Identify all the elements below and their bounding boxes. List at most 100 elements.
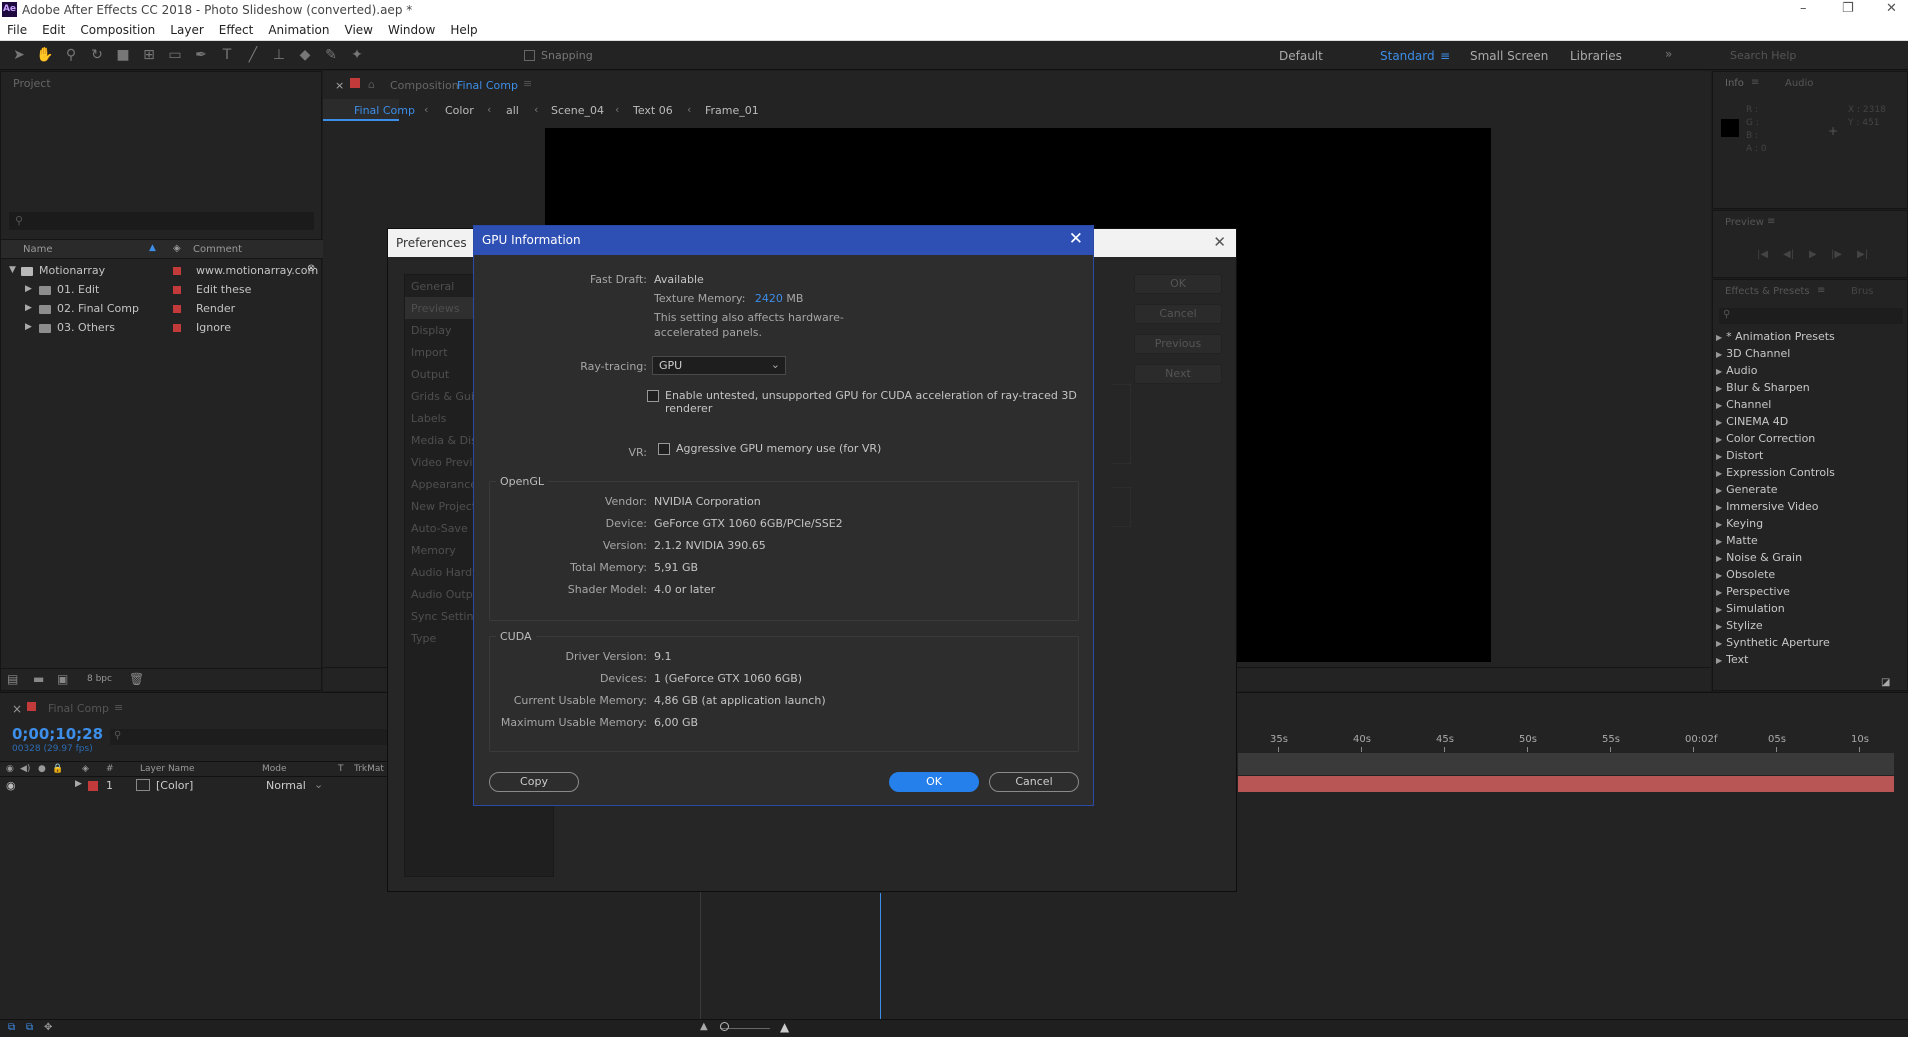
layer-switches-icon[interactable]: ⧉ bbox=[8, 1022, 15, 1033]
rectangle-tool-icon[interactable]: ▭ bbox=[165, 45, 185, 65]
brushes-tab[interactable]: Brus bbox=[1851, 286, 1874, 297]
chevron-down-icon[interactable]: ⌄ bbox=[314, 778, 323, 791]
effects-category-item[interactable]: ▶ Distort bbox=[1716, 449, 1763, 466]
video-toggle-icon[interactable]: ◉ bbox=[6, 764, 14, 774]
effects-category-item[interactable]: ▶ 3D Channel bbox=[1716, 347, 1790, 364]
effects-category-item[interactable]: ▶ Immersive Video bbox=[1716, 500, 1819, 517]
expand-arrow-icon[interactable]: ▶ bbox=[1716, 452, 1722, 461]
breadcrumb-item[interactable]: Text 06 bbox=[633, 104, 673, 117]
menu-file[interactable]: File bbox=[0, 20, 35, 37]
interpret-footage-icon[interactable]: ▤ bbox=[7, 672, 18, 686]
texture-memory-value[interactable]: 2420 bbox=[755, 292, 783, 305]
label-color-swatch[interactable] bbox=[173, 324, 181, 332]
lock-toggle-icon[interactable]: 🔒 bbox=[52, 764, 63, 774]
layer-row[interactable]: ◉ ▶ 1 [Color] Normal ⌄ bbox=[0, 777, 388, 795]
prev-frame-icon[interactable]: ◀| bbox=[1783, 249, 1794, 260]
expand-arrow-icon[interactable]: ▶ bbox=[25, 303, 32, 313]
more-workspaces-icon[interactable]: » bbox=[1665, 47, 1672, 61]
column-comment[interactable]: Comment bbox=[193, 244, 242, 255]
label-column-icon[interactable]: ◈ bbox=[173, 243, 181, 254]
zoom-out-icon[interactable]: ▲ bbox=[700, 1021, 708, 1032]
work-area-bar[interactable] bbox=[1238, 753, 1894, 775]
effects-category-item[interactable]: ▶ CINEMA 4D bbox=[1716, 415, 1788, 432]
prefs-next-button[interactable]: Next bbox=[1134, 364, 1222, 384]
in-out-icon[interactable]: ✥ bbox=[44, 1022, 52, 1033]
expand-arrow-icon[interactable]: ▶ bbox=[1716, 367, 1722, 376]
minimize-button[interactable]: – bbox=[1800, 1, 1807, 16]
expand-arrow-icon[interactable]: ▶ bbox=[1716, 622, 1722, 631]
workspace-standard[interactable]: Standard bbox=[1380, 49, 1435, 63]
effects-category-item[interactable]: ▶ Color Correction bbox=[1716, 432, 1815, 449]
solo-toggle-icon[interactable]: ● bbox=[38, 764, 46, 774]
bit-depth-button[interactable]: 8 bpc bbox=[87, 674, 112, 684]
prefs-ok-button[interactable]: OK bbox=[1134, 274, 1222, 294]
menu-layer[interactable]: Layer bbox=[163, 20, 211, 37]
snapping-checkbox[interactable] bbox=[524, 50, 535, 61]
effects-category-item[interactable]: ▶ * Animation Presets bbox=[1716, 330, 1835, 347]
effects-category-item[interactable]: ▶ Matte bbox=[1716, 534, 1758, 551]
ok-button[interactable]: OK bbox=[889, 772, 979, 792]
column-mode[interactable]: Mode bbox=[262, 764, 287, 774]
label-color-swatch[interactable] bbox=[173, 267, 181, 275]
selection-tool-icon[interactable]: ➤ bbox=[9, 45, 29, 65]
effects-category-item[interactable]: ▶ Text bbox=[1716, 653, 1748, 670]
expand-arrow-icon[interactable]: ▶ bbox=[1716, 418, 1722, 427]
expand-arrow-icon[interactable]: ▶ bbox=[75, 779, 82, 789]
brush-tool-icon[interactable]: ╱ bbox=[243, 45, 263, 65]
expand-arrow-icon[interactable]: ▶ bbox=[1716, 554, 1722, 563]
prefs-cancel-button[interactable]: Cancel bbox=[1134, 304, 1222, 324]
expand-arrow-icon[interactable]: ▶ bbox=[1716, 656, 1722, 665]
prefs-previous-button[interactable]: Previous bbox=[1134, 334, 1222, 354]
project-item[interactable]: ▼ Motionarray www.motionarray.com ⊗ bbox=[1, 262, 323, 281]
effects-category-item[interactable]: ▶ Blur & Sharpen bbox=[1716, 381, 1810, 398]
breadcrumb-item[interactable]: Final Comp bbox=[354, 104, 415, 117]
workspace-small-screen[interactable]: Small Screen bbox=[1470, 49, 1548, 63]
effects-category-item[interactable]: ▶ Channel bbox=[1716, 398, 1771, 415]
effects-search-icon[interactable]: ⚲ bbox=[1719, 308, 1903, 324]
menu-animation[interactable]: Animation bbox=[261, 20, 337, 37]
effects-category-item[interactable]: ▶ Keying bbox=[1716, 517, 1763, 534]
breadcrumb-item[interactable]: Scene_04 bbox=[551, 104, 604, 117]
transfer-controls-icon[interactable]: ⧉ bbox=[26, 1022, 33, 1033]
expand-arrow-icon[interactable]: ▶ bbox=[25, 284, 32, 294]
effects-tab[interactable]: Effects & Presets bbox=[1725, 286, 1810, 297]
close-icon[interactable]: ✕ bbox=[1213, 233, 1226, 251]
copy-button[interactable]: Copy bbox=[489, 772, 579, 792]
expand-arrow-icon[interactable]: ▶ bbox=[1716, 350, 1722, 359]
cancel-button[interactable]: Cancel bbox=[989, 772, 1079, 792]
effects-category-item[interactable]: ▶ Expression Controls bbox=[1716, 466, 1835, 483]
workspace-default[interactable]: Default bbox=[1279, 49, 1323, 63]
expand-arrow-icon[interactable]: ▶ bbox=[1716, 384, 1722, 393]
eraser-tool-icon[interactable]: ◆ bbox=[295, 45, 315, 65]
audio-tab[interactable]: Audio bbox=[1785, 78, 1813, 89]
close-tab-icon[interactable]: × bbox=[335, 79, 344, 92]
new-preset-icon[interactable]: ◪ bbox=[1881, 677, 1890, 688]
expand-arrow-icon[interactable]: ▶ bbox=[1716, 333, 1722, 342]
zoom-slider-thumb[interactable] bbox=[720, 1022, 729, 1031]
expand-arrow-icon[interactable]: ▶ bbox=[1716, 503, 1722, 512]
effects-category-item[interactable]: ▶ Synthetic Aperture bbox=[1716, 636, 1830, 653]
vr-memory-checkbox[interactable] bbox=[658, 443, 670, 455]
puppet-tool-icon[interactable]: ✦ bbox=[347, 45, 367, 65]
sort-up-icon[interactable]: ▲ bbox=[149, 243, 156, 253]
zoom-in-icon[interactable]: ▲ bbox=[780, 1020, 789, 1034]
next-frame-icon[interactable]: |▶ bbox=[1831, 249, 1842, 260]
column-name[interactable]: Name bbox=[23, 244, 53, 255]
trash-icon[interactable]: 🗑 bbox=[129, 672, 144, 686]
pan-behind-tool-icon[interactable]: ⊞ bbox=[139, 45, 159, 65]
zoom-tool-icon[interactable]: ⚲ bbox=[61, 45, 81, 65]
close-tab-icon[interactable]: × bbox=[12, 702, 22, 716]
project-search-icon[interactable]: ⚲ bbox=[9, 212, 314, 230]
first-frame-icon[interactable]: |◀ bbox=[1757, 249, 1768, 260]
label-color-swatch[interactable] bbox=[173, 305, 181, 313]
rotate-tool-icon[interactable]: ↻ bbox=[87, 45, 107, 65]
expand-arrow-icon[interactable]: ▶ bbox=[1716, 571, 1722, 580]
close-window-button[interactable]: ✕ bbox=[1886, 1, 1897, 16]
workspace-libraries[interactable]: Libraries bbox=[1570, 49, 1622, 63]
workspace-menu-icon[interactable]: ≡ bbox=[1440, 49, 1450, 63]
new-composition-icon[interactable]: ▣ bbox=[57, 672, 68, 686]
close-icon[interactable]: ✕ bbox=[1069, 229, 1083, 249]
expand-arrow-icon[interactable]: ▶ bbox=[1716, 401, 1722, 410]
timeline-tab[interactable]: Final Comp bbox=[48, 702, 109, 715]
expand-arrow-icon[interactable]: ▶ bbox=[1716, 486, 1722, 495]
